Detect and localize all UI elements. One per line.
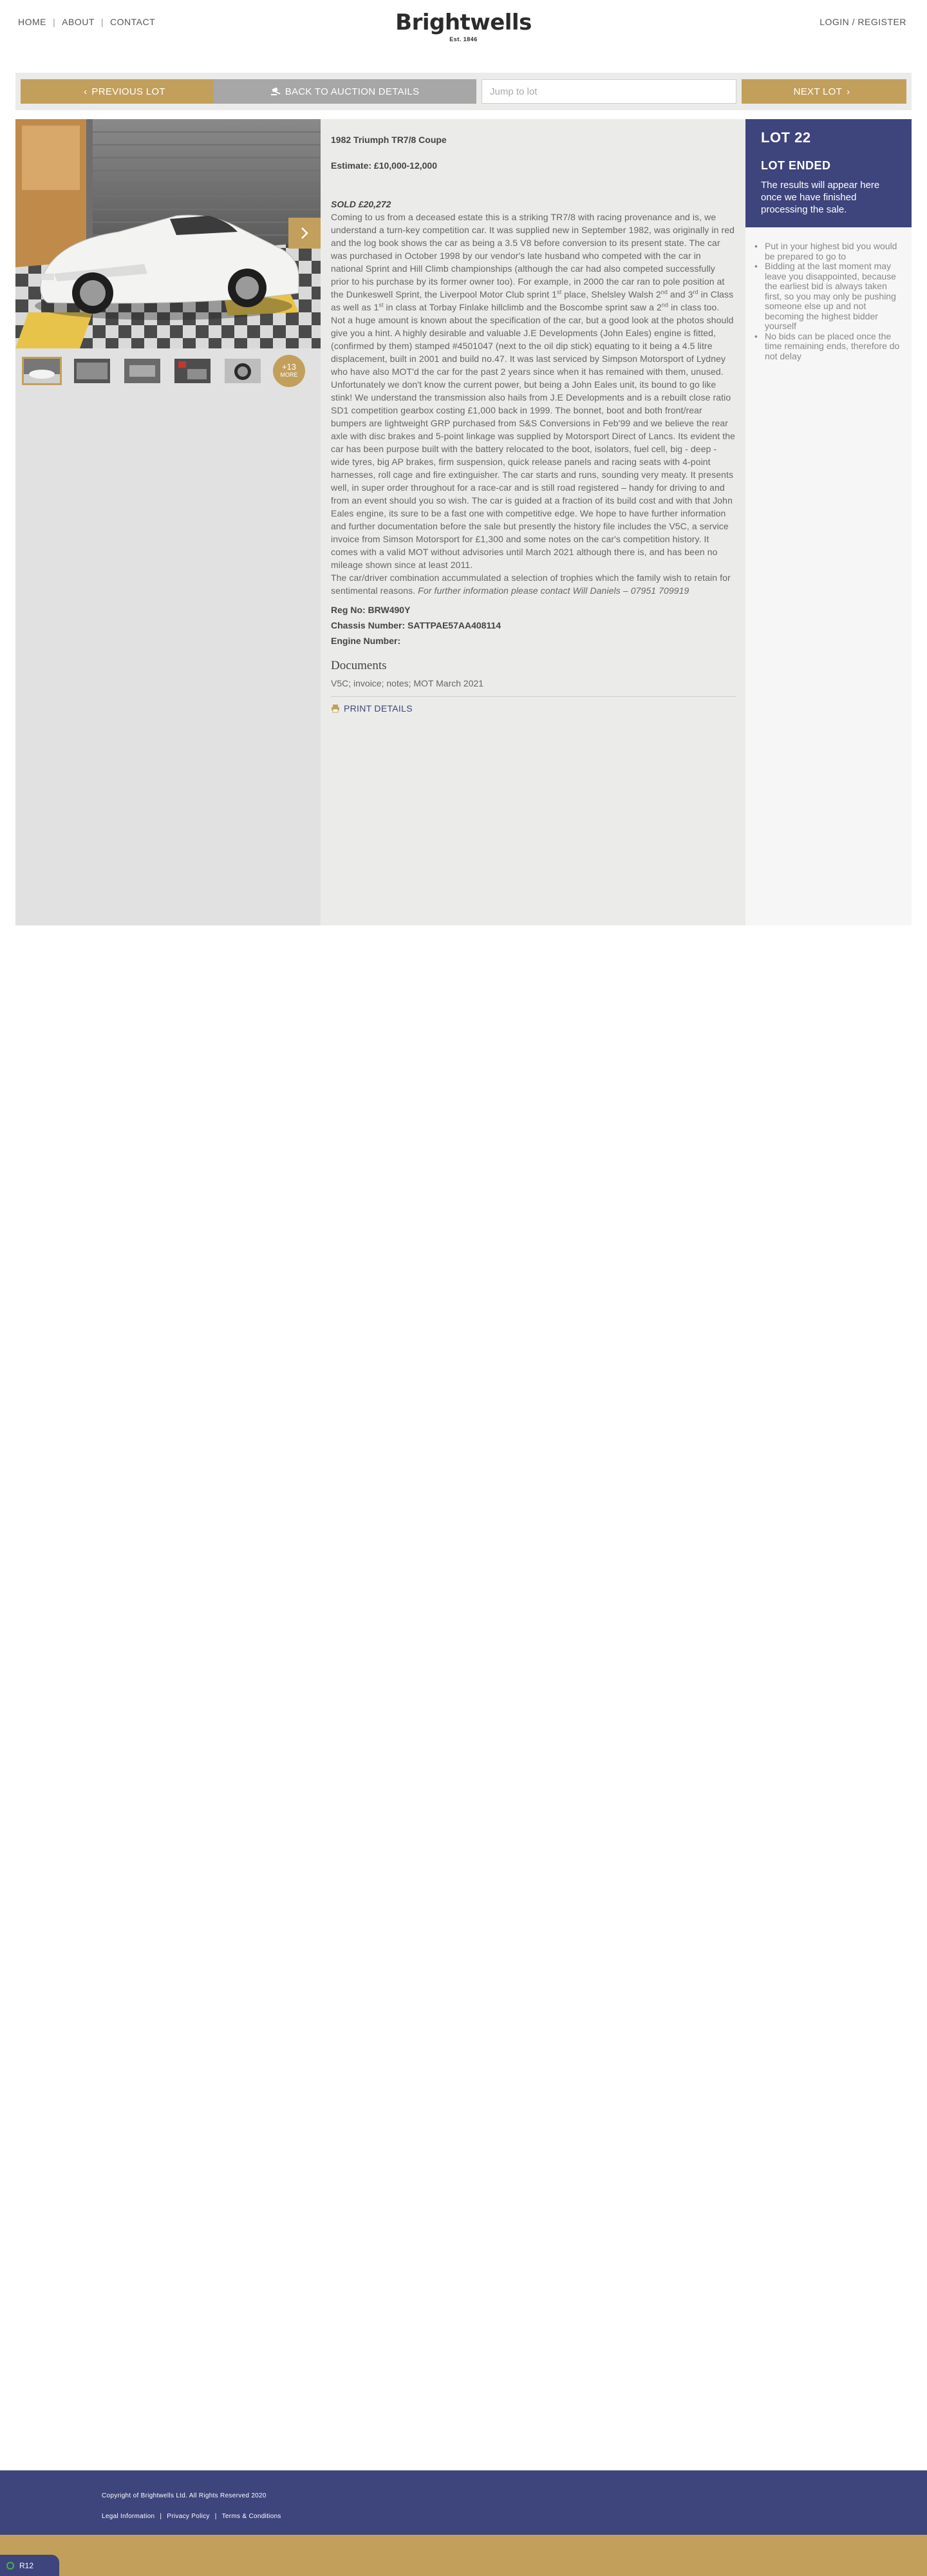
thumbnail-image bbox=[225, 359, 261, 383]
status-tab-label: R12 bbox=[19, 2561, 34, 2570]
printer-icon bbox=[332, 705, 339, 713]
thumbnail-image bbox=[174, 359, 211, 383]
footer-separator: | bbox=[160, 2513, 162, 2520]
lot-content: 1982 Triumph TR7/8 Coupe Estimate: £10,0… bbox=[321, 119, 745, 925]
thumbnail-strip: +13 MORE bbox=[22, 355, 305, 387]
login-register-link[interactable]: LOGIN / REGISTER bbox=[819, 17, 906, 27]
more-photos-button[interactable]: +13 MORE bbox=[273, 355, 305, 387]
back-to-auction-label: BACK TO AUCTION DETAILS bbox=[285, 86, 420, 97]
lot-status-box: LOT 22 LOT ENDED The results will appear… bbox=[745, 119, 912, 227]
status-tab[interactable]: R12 bbox=[0, 2555, 59, 2576]
footer-band bbox=[0, 2535, 927, 2576]
logo-established: Est. 1846 bbox=[449, 36, 478, 43]
next-lot-button[interactable]: NEXT LOT › bbox=[742, 79, 906, 104]
chevron-right-icon bbox=[301, 227, 308, 239]
thumbnail-image bbox=[74, 359, 110, 383]
jump-to-lot-input[interactable] bbox=[482, 79, 736, 104]
description-text: Coming to us from a deceased estate this… bbox=[331, 212, 735, 299]
description-text: and 3 bbox=[667, 289, 693, 299]
ordinal-suffix: rd bbox=[693, 289, 698, 296]
logo-wordmark: Brightwells bbox=[395, 10, 532, 35]
results-message: The results will appear here once we hav… bbox=[761, 180, 880, 215]
back-to-auction-button[interactable]: BACK TO AUCTION DETAILS bbox=[214, 79, 476, 104]
lot-ended-label: LOT ENDED bbox=[761, 159, 831, 172]
lot-title: 1982 Triumph TR7/8 Coupe bbox=[331, 135, 447, 145]
thumbnail-image bbox=[124, 359, 160, 383]
main-lot-photo[interactable] bbox=[15, 119, 321, 348]
site-footer: Copyright of Brightwells Ltd. All Rights… bbox=[0, 2470, 927, 2535]
reg-number: Reg No: BRW490Y bbox=[331, 605, 411, 615]
list-item: No bids can be placed once the time rema… bbox=[753, 331, 904, 362]
legal-information-link[interactable]: Legal Information bbox=[102, 2513, 154, 2520]
divider bbox=[331, 696, 736, 697]
status-indicator-icon bbox=[6, 2561, 14, 2570]
more-photos-label: MORE bbox=[280, 372, 298, 378]
thumbnail-image bbox=[24, 359, 60, 383]
lot-number: LOT 22 bbox=[761, 129, 811, 146]
previous-lot-label: PREVIOUS LOT bbox=[91, 86, 165, 97]
lot-navigation-bar: ‹ PREVIOUS LOT BACK TO AUCTION DETAILS N… bbox=[15, 73, 912, 110]
description-paragraph-1: Coming to us from a deceased estate this… bbox=[331, 211, 735, 571]
list-item: Put in your highest bid you would be pre… bbox=[753, 241, 904, 261]
more-photos-count: +13 bbox=[281, 362, 297, 372]
car-photo-illustration bbox=[15, 119, 321, 348]
previous-lot-button[interactable]: ‹ PREVIOUS LOT bbox=[21, 79, 224, 104]
chevron-left-icon: ‹ bbox=[84, 86, 88, 97]
engine-number: Engine Number: bbox=[331, 636, 401, 646]
site-logo[interactable]: Brightwells Est. 1846 bbox=[0, 10, 927, 43]
lot-detail: +13 MORE 1982 Triumph TR7/8 Coupe Estima… bbox=[15, 119, 912, 925]
gavel-icon bbox=[270, 88, 281, 95]
thumbnail-1[interactable] bbox=[22, 357, 62, 385]
list-item: Bidding at the last moment may leave you… bbox=[753, 261, 904, 332]
privacy-policy-link[interactable]: Privacy Policy bbox=[167, 2513, 209, 2520]
footer-separator: | bbox=[214, 2513, 217, 2520]
next-photo-button[interactable] bbox=[288, 218, 321, 249]
gallery-column: +13 MORE bbox=[15, 119, 321, 925]
description-text: in class too. Not a huge amount is known… bbox=[331, 302, 735, 570]
chassis-number: Chassis Number: SATTPAE57AA408114 bbox=[331, 620, 501, 630]
thumbnail-2[interactable] bbox=[72, 357, 112, 385]
print-details-link[interactable]: PRINT DETAILS bbox=[331, 703, 735, 714]
ordinal-suffix: nd bbox=[661, 301, 669, 308]
print-details-label: PRINT DETAILS bbox=[344, 703, 413, 714]
thumbnail-4[interactable] bbox=[173, 357, 212, 385]
lot-estimate: Estimate: £10,000-12,000 bbox=[331, 160, 437, 171]
documents-list: V5C; invoice; notes; MOT March 2021 bbox=[331, 678, 484, 688]
thumbnail-3[interactable] bbox=[122, 357, 162, 385]
description-paragraph-2: The car/driver combination accummulated … bbox=[331, 571, 735, 597]
documents-heading: Documents bbox=[331, 659, 387, 672]
copyright-text: Copyright of Brightwells Ltd. All Rights… bbox=[102, 2492, 267, 2499]
contact-note: For further information please contact W… bbox=[418, 585, 689, 596]
ordinal-suffix: nd bbox=[660, 289, 668, 296]
bidding-tips: Put in your highest bid you would be pre… bbox=[753, 241, 904, 362]
ordinal-suffix: st bbox=[379, 301, 384, 308]
footer-links: Legal Information | Privacy Policy | Ter… bbox=[102, 2513, 281, 2520]
sold-price: SOLD £20,272 bbox=[331, 199, 391, 209]
lot-description: Coming to us from a deceased estate this… bbox=[331, 211, 735, 597]
description-text: in class at Torbay Finlake hillclimb and… bbox=[383, 302, 662, 312]
description-text: place, Shelsley Walsh 2 bbox=[561, 289, 661, 299]
next-lot-label: NEXT LOT bbox=[793, 86, 843, 97]
site-header: HOME | ABOUT | CONTACT Brightwells Est. … bbox=[0, 0, 927, 55]
chevron-right-icon: › bbox=[847, 86, 850, 97]
status-column: LOT 22 LOT ENDED The results will appear… bbox=[745, 119, 912, 925]
thumbnail-5[interactable] bbox=[223, 357, 263, 385]
terms-conditions-link[interactable]: Terms & Conditions bbox=[222, 2513, 281, 2520]
